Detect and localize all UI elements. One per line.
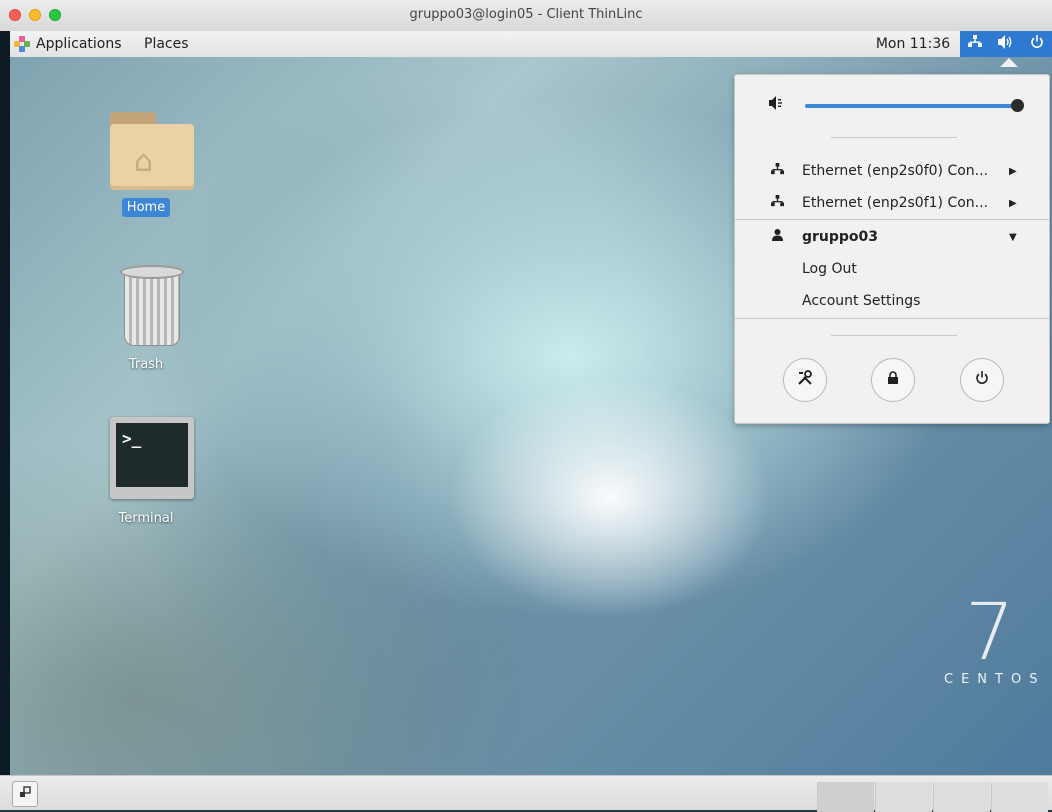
centos-logo-text: CENTOS	[944, 672, 1046, 687]
window-left-border	[0, 31, 10, 809]
settings-button[interactable]	[783, 358, 827, 402]
clock[interactable]: Mon 11:36	[868, 31, 958, 57]
separator	[831, 335, 957, 336]
centos-logo-number: 7	[965, 588, 1015, 678]
volume-slider-handle[interactable]	[1011, 99, 1024, 112]
volume-slider[interactable]	[805, 99, 1024, 112]
desktop-icon-label: Trash	[128, 357, 164, 372]
volume-slider-fill	[805, 104, 1017, 108]
applications-menu[interactable]: Applications	[14, 31, 122, 57]
volume-icon	[998, 35, 1014, 53]
log-out-label: Log Out	[802, 261, 857, 277]
chevron-down-icon: ▼	[1009, 231, 1017, 243]
show-desktop-button[interactable]	[12, 781, 38, 807]
gnome-top-bar: Applications Places Mon 11:36	[10, 31, 1052, 58]
separator	[735, 219, 1049, 220]
network-wired-icon	[769, 162, 785, 180]
settings-icon	[797, 369, 813, 391]
menu-caret	[1000, 58, 1018, 67]
window-titlebar: gruppo03@login05 - Client ThinLinc	[0, 0, 1052, 32]
desktop-icon-label: Terminal	[118, 511, 174, 526]
system-menu: Ethernet (enp2s0f0) Con... ▶ Ethernet (e…	[734, 74, 1050, 424]
workspace-1[interactable]	[817, 782, 874, 812]
log-out-item[interactable]: Log Out	[735, 253, 1049, 285]
power-icon	[1030, 35, 1044, 53]
trash-icon	[120, 265, 184, 349]
power-off-button[interactable]	[960, 358, 1004, 402]
workspace-3[interactable]	[933, 782, 990, 812]
network-wired-icon	[769, 194, 785, 212]
applications-label: Applications	[36, 36, 122, 52]
account-settings-item[interactable]: Account Settings	[735, 285, 1049, 317]
user-menu[interactable]: gruppo03 ▼	[735, 221, 1049, 253]
window-list-icon	[18, 785, 32, 803]
terminal-icon: >_	[110, 417, 194, 499]
gnome-foot-icon	[14, 36, 30, 52]
chevron-right-icon: ▶	[1009, 165, 1017, 177]
separator	[831, 137, 957, 138]
terminal-prompt: >_	[122, 429, 142, 448]
workspace-4[interactable]	[991, 782, 1048, 812]
separator	[735, 318, 1049, 319]
system-tray[interactable]	[960, 31, 1052, 57]
power-icon	[975, 370, 989, 390]
network-icon	[968, 35, 982, 53]
user-icon	[769, 229, 785, 245]
window-title: gruppo03@login05 - Client ThinLinc	[409, 7, 643, 22]
volume-icon	[769, 96, 783, 114]
home-folder-icon: ⌂	[110, 106, 194, 190]
network-item-label: Ethernet (enp2s0f1) Con...	[802, 195, 989, 211]
workspace-2[interactable]	[875, 782, 932, 812]
lock-button[interactable]	[871, 358, 915, 402]
network-item-enp2s0f1[interactable]: Ethernet (enp2s0f1) Con... ▶	[735, 187, 1049, 219]
places-menu[interactable]: Places	[144, 31, 189, 57]
account-settings-label: Account Settings	[802, 293, 921, 309]
network-item-enp2s0f0[interactable]: Ethernet (enp2s0f0) Con... ▶	[735, 155, 1049, 187]
chevron-right-icon: ▶	[1009, 197, 1017, 209]
bottom-panel	[0, 775, 1052, 812]
user-name: gruppo03	[802, 229, 879, 245]
lock-icon	[887, 370, 899, 390]
network-item-label: Ethernet (enp2s0f0) Con...	[802, 163, 989, 179]
desktop-icon-label: Home	[121, 198, 171, 217]
